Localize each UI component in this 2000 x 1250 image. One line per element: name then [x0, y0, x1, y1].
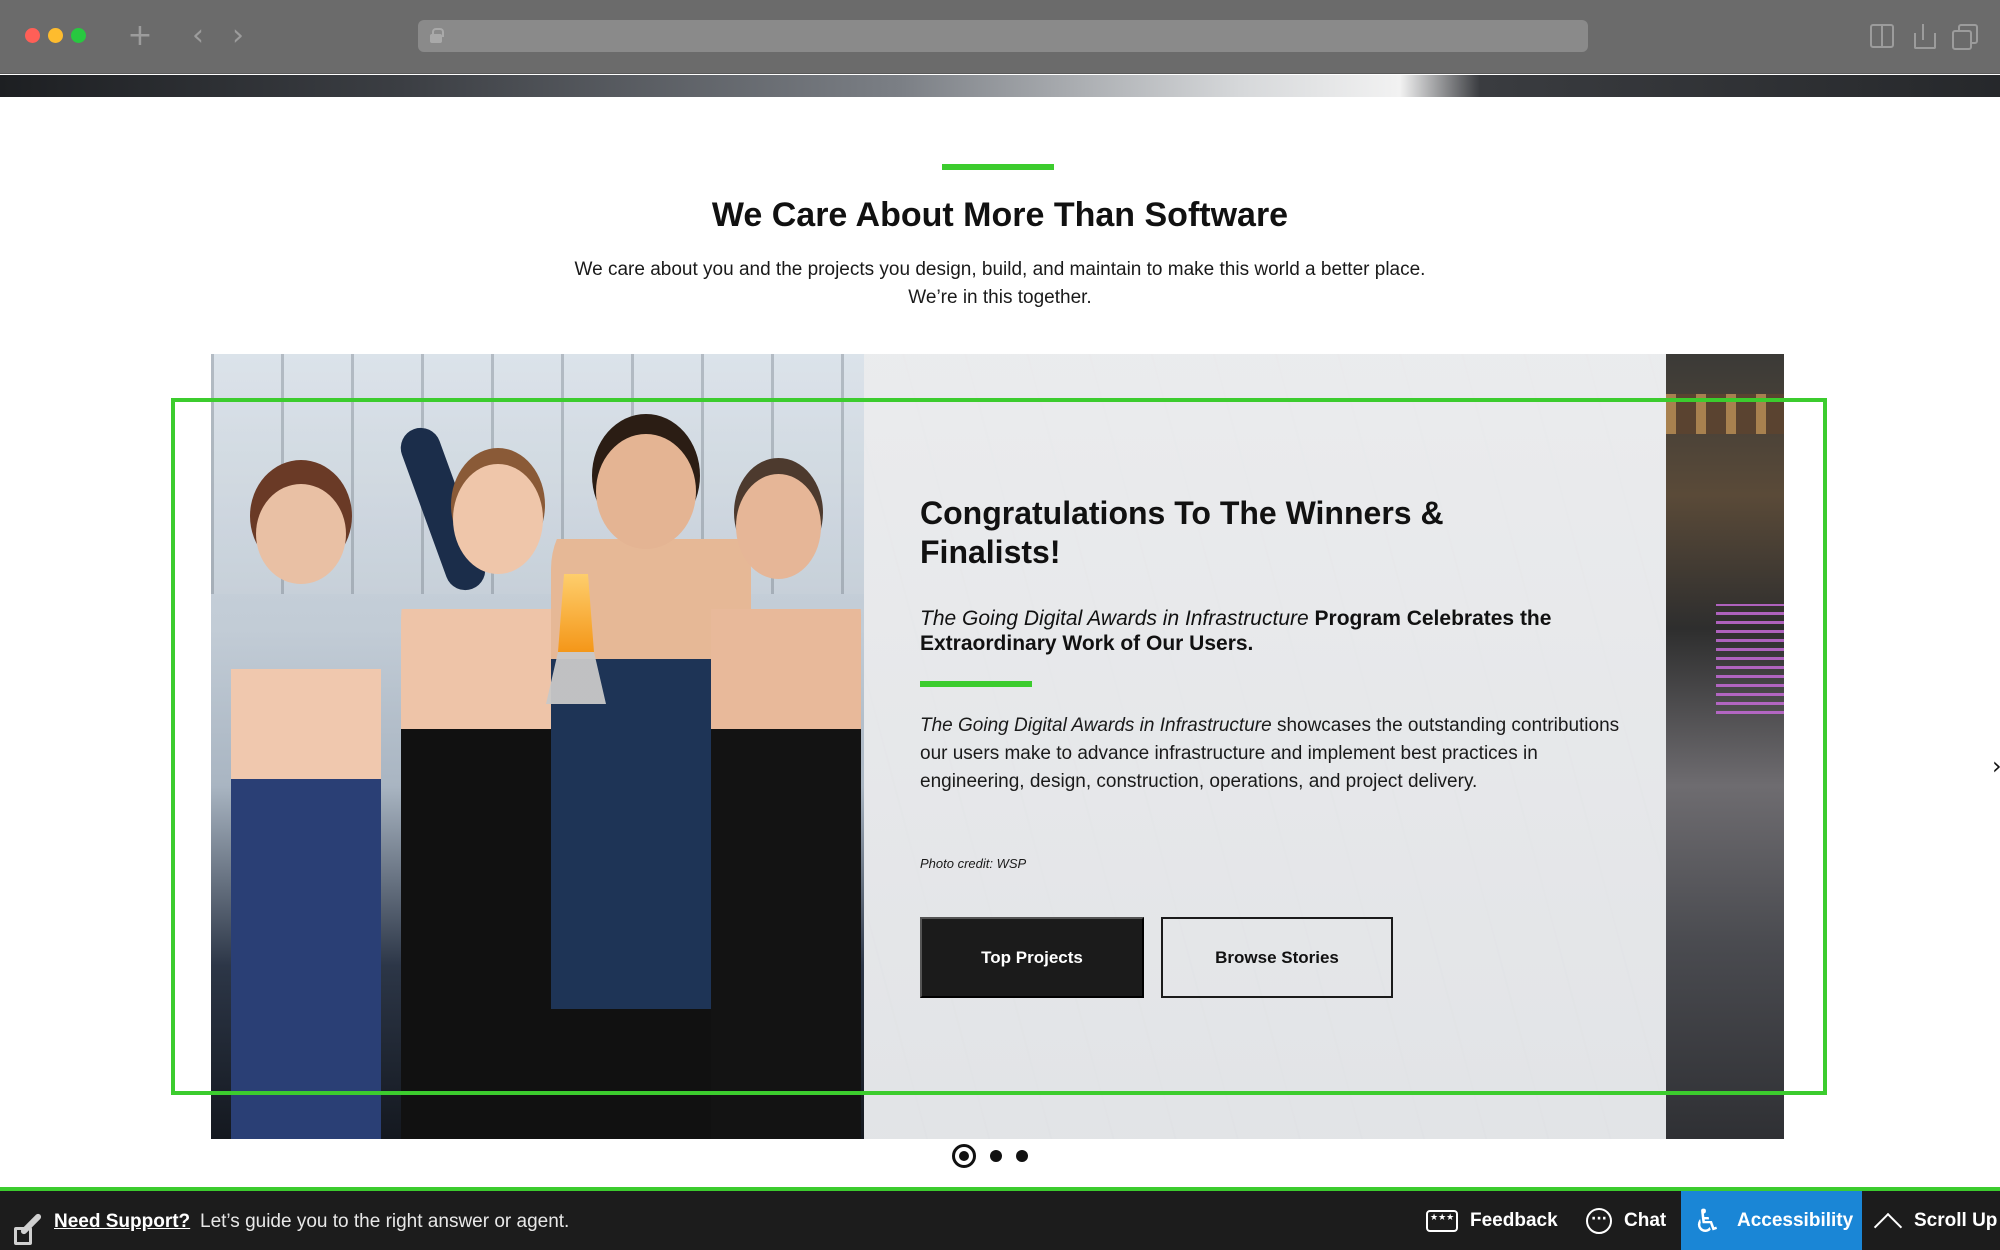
carousel-dot-2[interactable] — [990, 1150, 1002, 1162]
slide-photo — [211, 354, 864, 1139]
support-bar-text: Let’s guide you to the right answer or a… — [200, 1211, 570, 1232]
accessibility-button[interactable]: ♿ Accessibility — [1681, 1191, 1862, 1250]
photo-person — [453, 464, 543, 574]
new-tab-icon[interactable]: + — [122, 16, 158, 56]
photo-person — [711, 539, 861, 1139]
slide-body-italic: The Going Digital Awards in Infrastructu… — [920, 715, 1272, 736]
slide-body: The Going Digital Awards in Infrastructu… — [920, 712, 1620, 796]
chevron-up-icon — [1872, 1211, 1902, 1231]
photo-person — [736, 474, 821, 579]
back-icon[interactable]: ‹ — [180, 16, 216, 56]
feedback-icon — [1426, 1209, 1458, 1232]
preview-neon-sign — [1716, 604, 1784, 714]
sidebar-icon[interactable] — [1870, 24, 1894, 48]
section-subtitle-line-2: We’re in this together. — [908, 287, 1092, 308]
slide-title: Congratulations To The Winners & Finalis… — [920, 495, 1444, 570]
need-support-link[interactable]: Need Support? — [54, 1211, 190, 1233]
section-title: We Care About More Than Software — [711, 196, 1289, 234]
chat-button[interactable]: Chat — [1586, 1191, 1666, 1250]
browse-stories-button[interactable]: Browse Stories — [1161, 917, 1393, 998]
chat-label: Chat — [1624, 1209, 1667, 1231]
accessibility-icon: ♿ — [1693, 1201, 1722, 1240]
minimize-window-button[interactable] — [48, 28, 63, 43]
carousel-dot-3[interactable] — [1016, 1150, 1028, 1162]
slide-lead: The Going Digital Awards in Infrastructu… — [920, 606, 1620, 656]
lock-icon — [430, 28, 444, 43]
photo-credit: Photo credit: WSP — [920, 856, 1027, 871]
slide-lead-italic: The Going Digital Awards in Infrastructu… — [920, 607, 1309, 630]
tab-overview-icon[interactable] — [1952, 24, 1978, 50]
photo-person — [596, 434, 696, 549]
section-subtitle-line-1: We care about you and the projects you d… — [574, 259, 1426, 280]
chat-icon — [1586, 1207, 1612, 1234]
carousel-pagination — [952, 1143, 1028, 1169]
share-icon[interactable] — [1912, 24, 1936, 49]
photo-person — [256, 484, 346, 584]
next-slide-preview[interactable] — [1666, 354, 1784, 1139]
scroll-up-button[interactable]: Scroll Up — [1872, 1191, 1997, 1250]
support-bar: Need Support? Let’s guide you to the rig… — [0, 1187, 2000, 1250]
hero-image-strip — [0, 75, 2000, 97]
close-window-button[interactable] — [25, 28, 40, 43]
browser-toolbar: + ‹ › — [0, 0, 2000, 74]
support-tools-icon — [14, 1209, 44, 1245]
accessibility-label: Accessibility — [1737, 1209, 1854, 1231]
preview-ceiling — [1666, 394, 1784, 434]
carousel-dot-1[interactable] — [952, 1144, 976, 1168]
slide-accent-bar — [920, 681, 1032, 687]
top-projects-button[interactable]: Top Projects — [920, 917, 1144, 998]
carousel-next-icon[interactable]: › — [1992, 752, 2000, 780]
maximize-window-button[interactable] — [71, 28, 86, 43]
feedback-button[interactable]: Feedback — [1426, 1191, 1558, 1250]
photo-person — [231, 579, 381, 1139]
forward-icon[interactable]: › — [220, 16, 256, 56]
address-bar[interactable] — [418, 20, 1588, 52]
feedback-label: Feedback — [1470, 1209, 1558, 1231]
section-accent-bar — [942, 164, 1054, 170]
section-subtitle: We care about you and the projects you d… — [500, 256, 1500, 312]
scroll-up-label: Scroll Up — [1914, 1209, 1998, 1231]
